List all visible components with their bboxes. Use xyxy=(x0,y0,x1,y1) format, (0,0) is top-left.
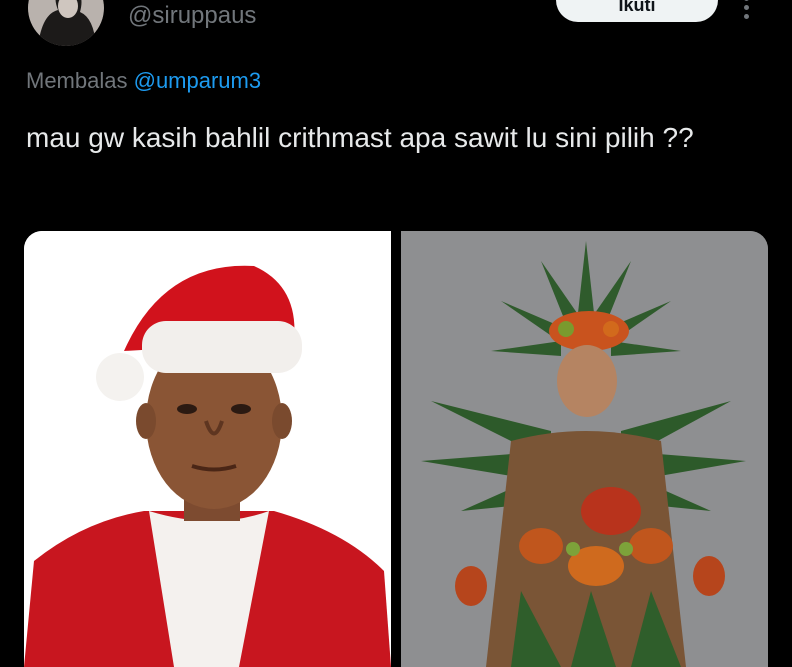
tweet-media xyxy=(24,231,768,667)
user-handle[interactable]: @siruppaus xyxy=(128,2,256,30)
media-image-left[interactable] xyxy=(24,231,391,667)
more-vertical-icon[interactable] xyxy=(744,0,750,26)
man-in-santa-hat-photo-icon xyxy=(24,231,391,667)
reply-mention-link[interactable]: @umparum3 xyxy=(134,68,262,93)
user-avatar[interactable] xyxy=(28,0,104,46)
man-in-palm-oil-costume-photo-icon xyxy=(401,231,768,667)
media-image-right[interactable] xyxy=(401,231,768,667)
reply-context: Membalas @umparum3 xyxy=(26,68,261,94)
avatar-photo-icon xyxy=(28,0,104,46)
tweet-text: mau gw kasih bahlil crithmast apa sawit … xyxy=(26,122,694,153)
follow-button[interactable]: Ikuti xyxy=(556,0,718,22)
reply-prefix: Membalas xyxy=(26,68,128,93)
